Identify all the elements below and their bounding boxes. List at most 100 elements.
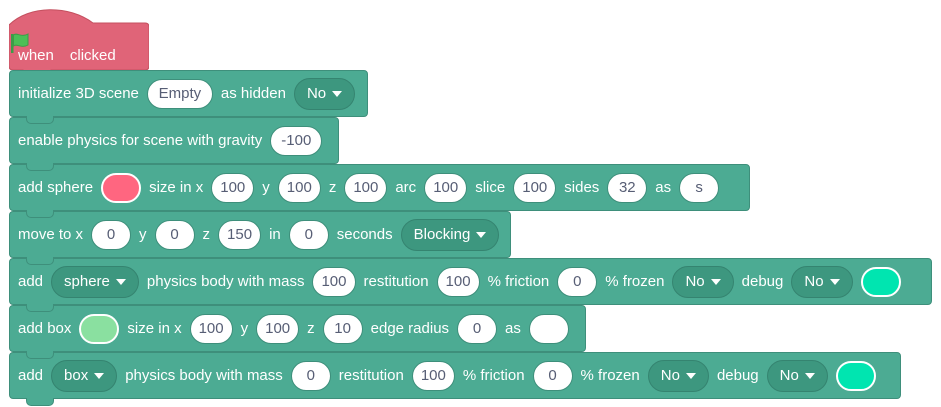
as-label: as — [505, 320, 521, 337]
frozen-dropdown[interactable]: No — [647, 359, 709, 392]
friction-label: % friction — [487, 273, 550, 290]
box-name-input[interactable] — [528, 313, 569, 344]
chevron-down-icon — [804, 372, 815, 379]
mass-label: physics body with mass — [146, 273, 305, 290]
mode-dropdown[interactable]: Blocking — [400, 218, 500, 251]
block-label: add sphere — [18, 179, 94, 196]
arc-input[interactable]: 100 — [424, 172, 468, 203]
block-notch — [26, 163, 54, 171]
add-sphere-physics-block[interactable]: add sphere physics body with mass 100 re… — [9, 258, 932, 312]
hidden-dropdown[interactable]: No — [293, 77, 356, 110]
mode-value: Blocking — [413, 226, 471, 243]
move-z-input[interactable]: 150 — [218, 219, 262, 250]
block-label: enable physics for scene with gravity — [18, 132, 263, 149]
seconds-input[interactable]: 0 — [288, 219, 329, 250]
y-label: y — [262, 179, 270, 196]
frozen-dropdown[interactable]: No — [672, 265, 734, 298]
z-label: z — [202, 226, 211, 243]
debug-label: debug — [741, 273, 784, 290]
add-label: add — [18, 273, 44, 290]
size-x-input[interactable]: 100 — [189, 313, 233, 344]
move-y-input[interactable]: 0 — [154, 219, 195, 250]
size-z-input[interactable]: 10 — [322, 313, 363, 344]
mass-input[interactable]: 0 — [290, 360, 331, 391]
size-in-x-label: size in x — [149, 179, 204, 196]
arc-label: arc — [395, 179, 417, 196]
seconds-label: seconds — [336, 226, 393, 243]
shape-dropdown[interactable]: sphere — [51, 265, 139, 298]
chevron-down-icon — [115, 278, 126, 285]
as-hidden-label: as hidden — [220, 85, 286, 102]
debug-color-swatch[interactable] — [860, 266, 901, 297]
debug-dropdown[interactable]: No — [791, 265, 853, 298]
chevron-down-icon — [710, 278, 721, 285]
size-x-input[interactable]: 100 — [211, 172, 255, 203]
chevron-down-icon — [685, 372, 696, 379]
block-label: add box — [18, 320, 72, 337]
move-x-input[interactable]: 0 — [91, 219, 132, 250]
add-label: add — [18, 367, 44, 384]
block-notch — [26, 304, 54, 312]
block-notch — [26, 210, 54, 218]
block-notch — [26, 116, 54, 124]
block-notch — [26, 257, 54, 265]
restitution-input[interactable]: 100 — [411, 360, 455, 391]
debug-dropdown[interactable]: No — [766, 359, 828, 392]
frozen-label: % frozen — [580, 367, 640, 384]
box-color-swatch[interactable] — [79, 313, 120, 344]
mass-input[interactable]: 100 — [312, 266, 356, 297]
shape-value: box — [64, 367, 89, 384]
size-y-input[interactable]: 100 — [256, 313, 300, 344]
chevron-down-icon — [332, 90, 343, 97]
as-label: as — [655, 179, 672, 196]
z-label: z — [328, 179, 337, 196]
slice-label: slice — [475, 179, 506, 196]
hidden-value: No — [306, 85, 327, 102]
friction-label: % friction — [462, 367, 525, 384]
add-box-physics-block[interactable]: add box physics body with mass 0 restitu… — [9, 352, 901, 406]
shape-dropdown[interactable]: box — [51, 359, 118, 392]
slice-input[interactable]: 100 — [513, 172, 557, 203]
size-in-x-label: size in x — [127, 320, 182, 337]
restitution-input[interactable]: 100 — [436, 266, 480, 297]
scene-type-input[interactable]: Empty — [146, 78, 213, 109]
sides-input[interactable]: 32 — [607, 172, 648, 203]
sphere-name-input[interactable]: s — [679, 172, 720, 203]
gravity-input[interactable]: -100 — [270, 125, 323, 156]
edge-radius-label: edge radius — [370, 320, 450, 337]
debug-value: No — [804, 273, 824, 290]
mass-label: physics body with mass — [125, 367, 283, 384]
size-y-input[interactable]: 100 — [277, 172, 321, 203]
y-label: y — [240, 320, 249, 337]
frozen-value: No — [660, 367, 680, 384]
block-label: move to x — [18, 226, 84, 243]
block-label: initialize 3D scene — [18, 85, 139, 102]
add-box-block[interactable]: add box size in x 100 y 100 z 10 edge ra… — [9, 305, 586, 359]
in-label: in — [269, 226, 281, 243]
when-flag-clicked-block[interactable]: when clicked — [9, 9, 149, 70]
frozen-label: % frozen — [605, 273, 665, 290]
z-label: z — [307, 320, 315, 337]
sides-label: sides — [564, 179, 600, 196]
add-sphere-block[interactable]: add sphere size in x 100 y 100 z 100 arc… — [9, 164, 750, 218]
y-label: y — [139, 226, 147, 243]
debug-value: No — [779, 367, 799, 384]
debug-label: debug — [716, 367, 759, 384]
debug-color-swatch[interactable] — [835, 360, 876, 391]
block-notch — [26, 398, 54, 406]
clicked-label: clicked — [69, 47, 116, 64]
enable-physics-block[interactable]: enable physics for scene with gravity -1… — [9, 117, 339, 171]
edge-radius-input[interactable]: 0 — [457, 313, 498, 344]
restitution-label: restitution — [363, 273, 429, 290]
initialize-3d-scene-block[interactable]: initialize 3D scene Empty as hidden No — [9, 70, 368, 124]
chevron-down-icon — [94, 372, 105, 379]
size-z-input[interactable]: 100 — [344, 172, 388, 203]
frozen-value: No — [685, 273, 705, 290]
block-notch — [26, 351, 54, 359]
friction-input[interactable]: 0 — [532, 360, 573, 391]
shape-value: sphere — [64, 273, 110, 290]
friction-input[interactable]: 0 — [557, 266, 598, 297]
sphere-color-swatch[interactable] — [101, 172, 142, 203]
chevron-down-icon — [476, 231, 487, 238]
move-to-block[interactable]: move to x 0 y 0 z 150 in 0 seconds Block… — [9, 211, 511, 265]
